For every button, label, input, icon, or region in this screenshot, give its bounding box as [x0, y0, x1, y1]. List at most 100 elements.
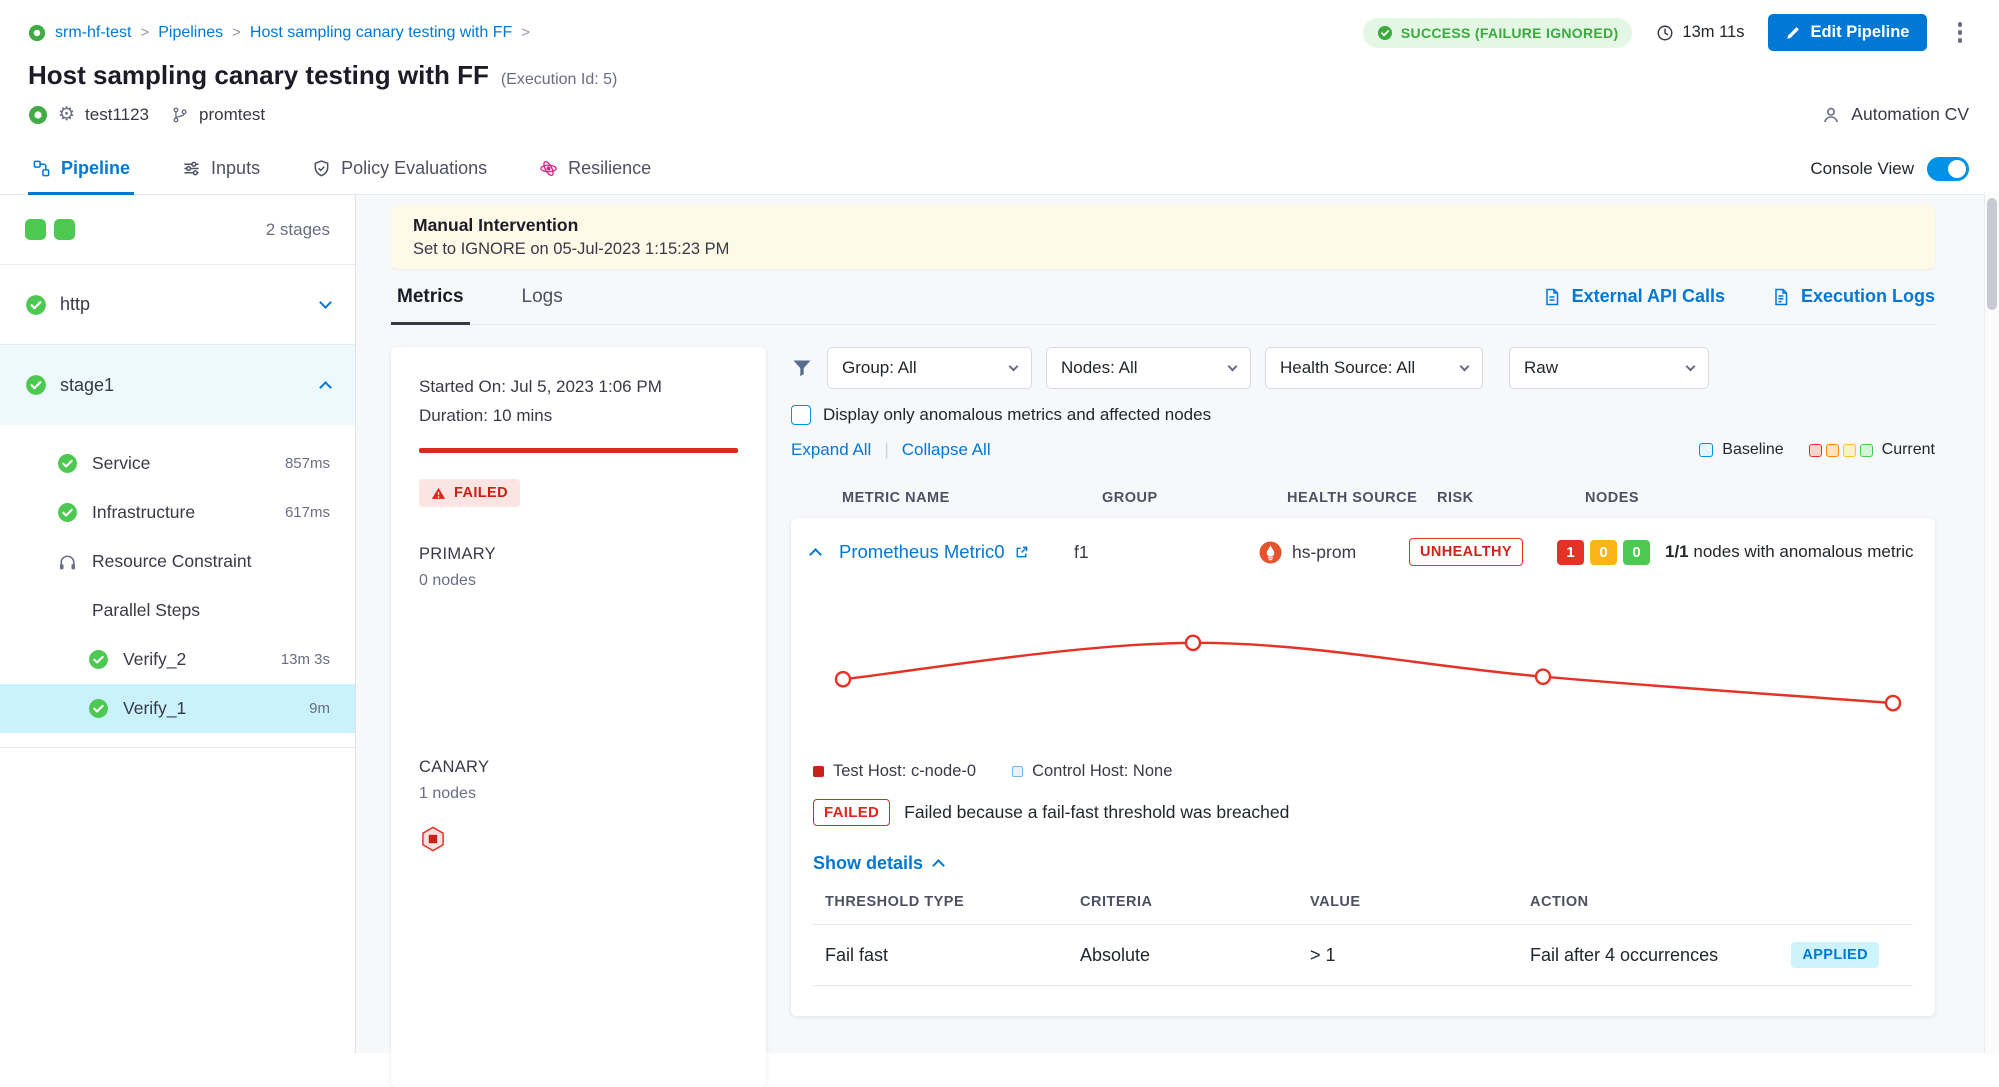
- action-cell: Fail after 4 occurrences APPLIED: [1530, 942, 1913, 968]
- breadcrumb-separator: >: [232, 24, 241, 41]
- prometheus-icon: [1259, 541, 1282, 564]
- gear-icon: ⚙: [58, 105, 75, 124]
- step-verify-1[interactable]: Verify_1 9m: [0, 684, 355, 733]
- link-divider: |: [884, 440, 888, 460]
- success-check-icon: [88, 649, 109, 670]
- success-check-icon: [57, 502, 78, 523]
- nodes-cell: 1 0 0 1/1 nodes with anomalous metric: [1557, 540, 1915, 565]
- verification-status-label: FAILED: [454, 485, 508, 501]
- check-circle-icon: [1377, 25, 1393, 41]
- scrollbar-thumb[interactable]: [1987, 198, 1997, 310]
- warning-node-chip[interactable]: 0: [1590, 540, 1617, 565]
- health-source-name: hs-prom: [1292, 542, 1356, 563]
- group-filter-select[interactable]: Group: All: [827, 347, 1032, 389]
- step-verify-2[interactable]: Verify_2 13m 3s: [0, 635, 355, 684]
- tab-pipeline[interactable]: Pipeline: [28, 143, 134, 194]
- branch-name[interactable]: promtest: [199, 105, 265, 125]
- service-name[interactable]: test1123: [85, 105, 149, 125]
- sidebar-stage-stage1[interactable]: stage1: [0, 345, 355, 425]
- breadcrumb: srm-hf-test > Pipelines > Host sampling …: [28, 24, 530, 42]
- expand-collapse-row: Expand All | Collapse All Baseline Curre…: [791, 440, 1935, 460]
- anomalous-nodes-text: 1/1 nodes with anomalous metric: [1665, 542, 1914, 562]
- health-source-cell: hs-prom: [1259, 541, 1409, 564]
- metrics-filter-row: Group: All Nodes: All Health Source: All…: [791, 347, 1935, 389]
- canary-node-hexagon[interactable]: [419, 825, 738, 853]
- collapse-all-link[interactable]: Collapse All: [902, 440, 991, 460]
- health-source-filter-select[interactable]: Health Source: All: [1265, 347, 1483, 389]
- baseline-legend-label: Baseline: [1722, 441, 1783, 459]
- success-check-icon: [25, 374, 47, 396]
- metric-name-link[interactable]: Prometheus Metric0: [839, 541, 1074, 563]
- chevron-down-icon[interactable]: [319, 296, 332, 309]
- execution-id: (Execution Id: 5): [501, 71, 618, 89]
- filter-funnel-icon: [791, 357, 813, 379]
- chart-color-legend: Baseline Current: [1699, 441, 1935, 459]
- more-options-menu[interactable]: [1951, 18, 1970, 47]
- step-duration: 13m 3s: [281, 651, 330, 668]
- execution-sidebar: 2 stages http stage1 Service 857ms: [0, 195, 356, 1053]
- tab-resilience[interactable]: Resilience: [535, 143, 655, 194]
- show-details-toggle[interactable]: Show details: [813, 853, 1913, 874]
- breadcrumb-pipelines[interactable]: Pipelines: [158, 24, 223, 42]
- chevron-up-icon[interactable]: [319, 381, 332, 394]
- risk-badge: UNHEALTHY: [1409, 538, 1523, 566]
- value-value: > 1: [1310, 945, 1530, 966]
- collapse-metric-chevron[interactable]: [809, 548, 822, 561]
- breadcrumb-project[interactable]: srm-hf-test: [55, 24, 131, 42]
- failure-message: Failed because a fail-fast threshold was…: [904, 802, 1289, 823]
- step-details-panel: Manual Intervention Set to IGNORE on 05-…: [356, 195, 1999, 1053]
- breadcrumb-pipeline-name[interactable]: Host sampling canary testing with FF: [250, 24, 512, 42]
- verification-progress-bar: [419, 448, 738, 453]
- sidebar-stage-http[interactable]: http: [0, 265, 355, 345]
- console-view-control: Console View: [1810, 157, 1969, 181]
- nodes-filter-select[interactable]: Nodes: All: [1046, 347, 1251, 389]
- started-on: Started On: Jul 5, 2023 1:06 PM: [419, 377, 738, 397]
- stages-summary-row: 2 stages: [0, 195, 355, 265]
- edit-pipeline-button[interactable]: Edit Pipeline: [1768, 14, 1926, 51]
- anomalous-only-checkbox[interactable]: [791, 405, 811, 425]
- step-group-parallel-steps[interactable]: Parallel Steps: [0, 586, 355, 635]
- step-name: Verify_1: [123, 698, 186, 719]
- execution-logs-link[interactable]: Execution Logs: [1771, 286, 1935, 307]
- current-swatch-yellow: [1843, 444, 1856, 457]
- tab-policy-evaluations[interactable]: Policy Evaluations: [308, 143, 491, 194]
- step-resource-constraint[interactable]: Resource Constraint: [0, 537, 355, 586]
- step-name: Infrastructure: [92, 502, 195, 523]
- primary-nodes-count: 0 nodes: [419, 572, 738, 590]
- harness-logo-icon: [28, 24, 46, 42]
- tab-policy-label: Policy Evaluations: [341, 158, 487, 179]
- step-service[interactable]: Service 857ms: [0, 439, 355, 488]
- banner-subtitle: Set to IGNORE on 05-Jul-2023 1:15:23 PM: [413, 240, 1913, 259]
- warning-triangle-icon: [431, 486, 446, 501]
- col-value: VALUE: [1310, 894, 1530, 910]
- console-view-toggle[interactable]: [1927, 157, 1969, 181]
- execution-status-badge: SUCCESS (FAILURE IGNORED): [1363, 18, 1633, 48]
- tab-metrics-label: Metrics: [397, 286, 464, 308]
- external-api-calls-link[interactable]: External API Calls: [1542, 286, 1725, 307]
- stage-status-square: [54, 219, 75, 240]
- health-source-filter-value: Health Source: All: [1280, 358, 1415, 378]
- step-infrastructure[interactable]: Infrastructure 617ms: [0, 488, 355, 537]
- control-host-swatch: [1012, 766, 1023, 777]
- tab-inputs[interactable]: Inputs: [178, 143, 264, 194]
- console-view-label: Console View: [1810, 159, 1914, 179]
- step-name: Parallel Steps: [92, 600, 200, 621]
- timeseries-legend: Test Host: c-node-0 Control Host: None: [813, 762, 1913, 781]
- critical-node-chip[interactable]: 1: [1557, 540, 1584, 565]
- col-health-source: HEALTH SOURCE: [1287, 490, 1437, 506]
- threshold-type-value: Fail fast: [825, 945, 1080, 966]
- metric-row: Prometheus Metric0 f1 hs-prom: [791, 518, 1935, 580]
- healthy-node-chip[interactable]: 0: [1623, 540, 1650, 565]
- tab-logs[interactable]: Logs: [516, 269, 569, 324]
- baseline-legend-swatch: [1699, 443, 1713, 457]
- vertical-scrollbar: [1984, 192, 1999, 1053]
- data-type-select[interactable]: Raw: [1509, 347, 1709, 389]
- metrics-body: Started On: Jul 5, 2023 1:06 PM Duration…: [391, 347, 1935, 1087]
- tab-logs-label: Logs: [522, 286, 563, 308]
- metric-timeseries-chart[interactable]: [813, 588, 1913, 746]
- applied-badge: APPLIED: [1791, 942, 1879, 968]
- current-legend-swatches: [1809, 444, 1873, 457]
- tab-metrics[interactable]: Metrics: [391, 269, 470, 324]
- tab-pipeline-label: Pipeline: [61, 158, 130, 179]
- expand-all-link[interactable]: Expand All: [791, 440, 871, 460]
